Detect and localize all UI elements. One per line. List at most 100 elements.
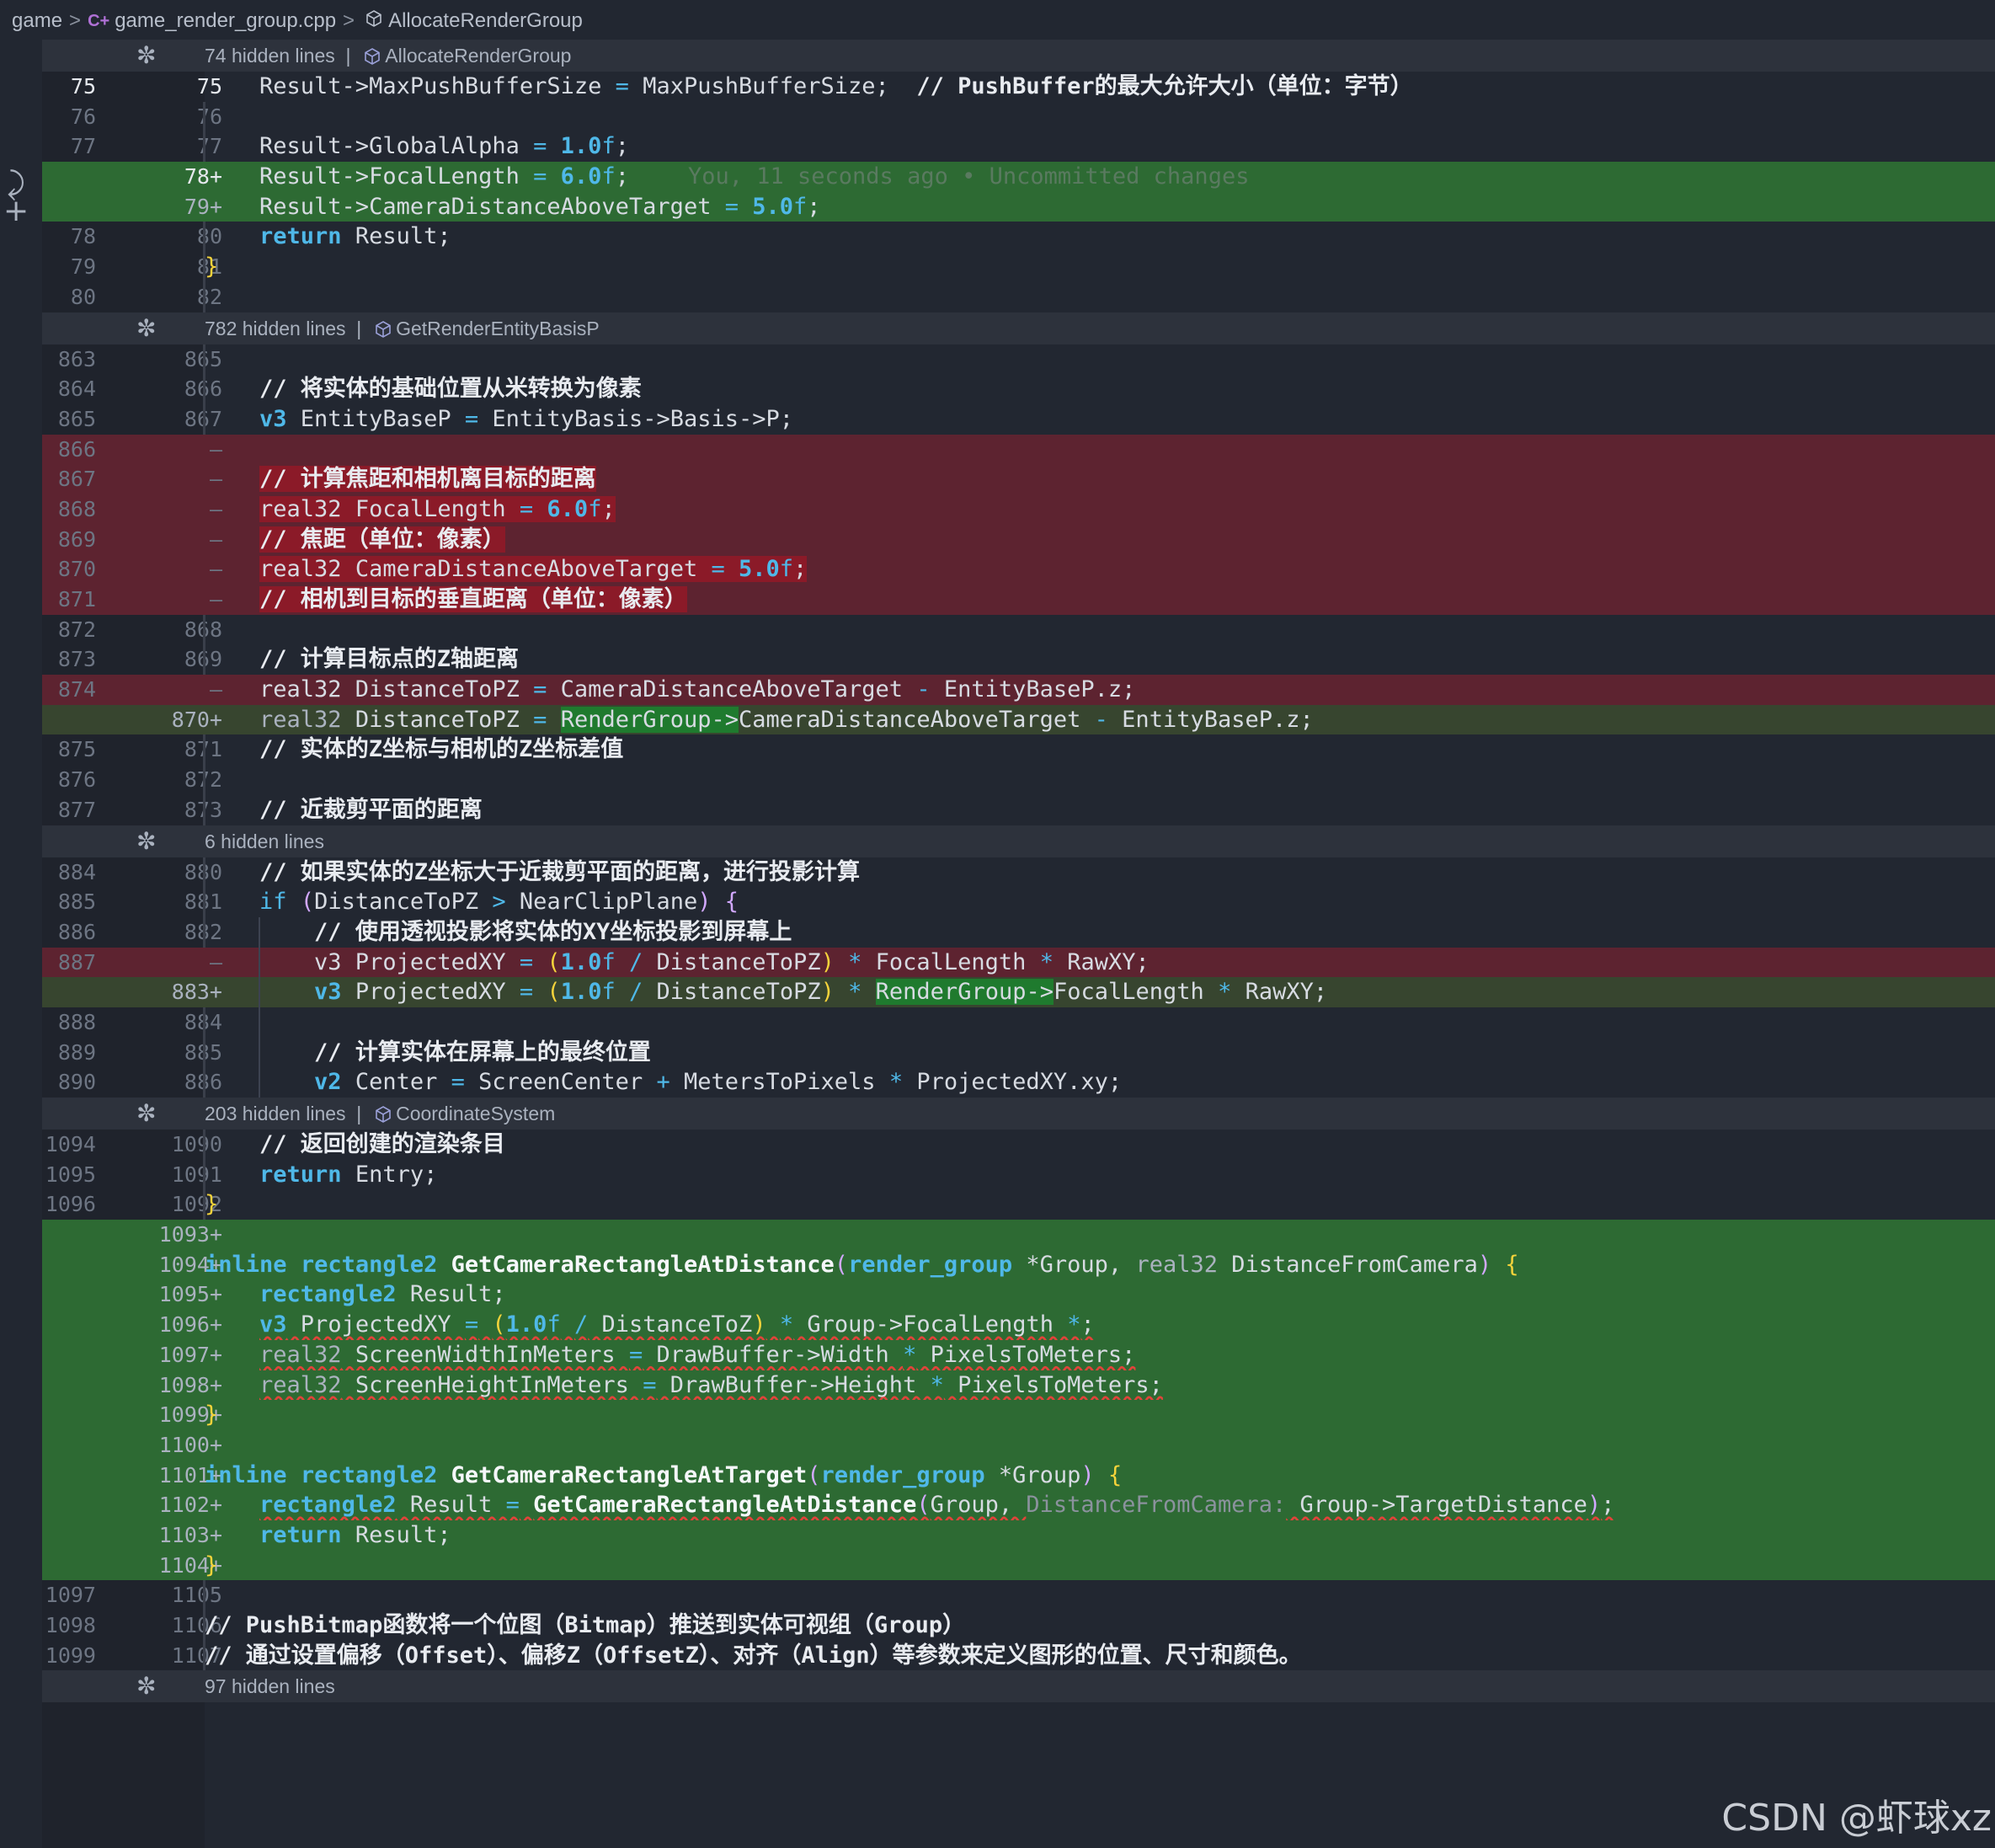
code-line[interactable]: 1095 1091 return Entry; — [42, 1159, 1995, 1190]
code-text[interactable]: real32 DistanceToPZ = CameraDistanceAbov… — [205, 675, 1135, 705]
hidden-lines-label[interactable]: 782 hidden lines | GetRenderEntityBasisP — [205, 312, 600, 344]
code-text[interactable]: v3 ProjectedXY = (1.0f / DistanceToZ) * … — [205, 1310, 1095, 1340]
code-text[interactable]: rectangle2 Result; — [205, 1279, 506, 1310]
code-line[interactable]: 1098 1106// PushBitmap函数将一个位图（Bitmap）推送到实… — [42, 1610, 1995, 1641]
code-text[interactable]: return Entry; — [205, 1160, 437, 1190]
hidden-lines-fold[interactable]: ✼ 782 hidden lines | GetRenderEntityBasis… — [42, 312, 1995, 344]
code-text[interactable]: real32 ScreenWidthInMeters = DrawBuffer-… — [205, 1340, 1135, 1370]
removed-line[interactable]: 869— // 焦距（单位：像素） — [42, 524, 1995, 555]
code-text[interactable]: } — [205, 1551, 218, 1581]
code-line[interactable]: 877873 // 近裁剪平面的距离 — [42, 794, 1995, 825]
added-line[interactable]: 1098+ real32 ScreenHeightInMeters = Draw… — [42, 1370, 1995, 1401]
code-text[interactable]: // 通过设置偏移（Offset）、偏移Z（OffsetZ）、对齐（Align）… — [205, 1641, 1302, 1671]
breadcrumb-file[interactable]: game_render_group.cpp — [115, 9, 336, 33]
code-text[interactable]: // 实体的Z坐标与相机的Z坐标差值 — [205, 734, 623, 765]
added-line[interactable]: 1100+ — [42, 1429, 1995, 1461]
code-text[interactable]: // 计算焦距和相机离目标的距离 — [205, 464, 596, 494]
code-line[interactable]: 75 75 Result->MaxPushBufferSize = MaxPush… — [42, 72, 1995, 102]
hidden-lines-fold[interactable]: ✼ 203 hidden lines | CoordinateSystem — [42, 1098, 1995, 1130]
code-line[interactable]: 875871 // 实体的Z坐标与相机的Z坐标差值 — [42, 734, 1995, 766]
breadcrumb-symbol[interactable]: AllocateRenderGroup — [388, 9, 583, 33]
unfold-icon[interactable]: ✼ — [136, 40, 156, 72]
code-text[interactable]: return Result; — [205, 1520, 451, 1551]
code-line[interactable]: 1094 1090 // 返回创建的渲染条目 — [42, 1130, 1995, 1160]
code-line[interactable]: 884880 // 如果实体的Z坐标大于近裁剪平面的距离，进行投影计算 — [42, 857, 1995, 888]
unfold-icon[interactable]: ✼ — [136, 1670, 156, 1702]
code-text[interactable]: // 计算目标点的Z轴距离 — [205, 644, 519, 675]
code-line[interactable]: 80 82 — [42, 281, 1995, 312]
hidden-lines-fold[interactable]: ✼ 6 hidden lines — [42, 825, 1995, 857]
added-line[interactable]: 870+ real32 DistanceToPZ = RenderGroup->… — [42, 704, 1995, 735]
added-line[interactable]: 1094+ inline rectangle2 GetCameraRectangl… — [42, 1249, 1995, 1280]
added-line[interactable]: 1102+ rectangle2 Result = GetCameraRecta… — [42, 1490, 1995, 1520]
code-text[interactable]: v2 Center = ScreenCenter + MetersToPixel… — [205, 1067, 1122, 1098]
removed-line[interactable]: 871— // 相机到目标的垂直距离（单位：像素） — [42, 585, 1995, 615]
code-line[interactable]: 889885 // 计算实体在屏幕上的最终位置 — [42, 1037, 1995, 1068]
code-text[interactable]: // 如果实体的Z坐标大于近裁剪平面的距离，进行投影计算 — [205, 857, 860, 888]
code-text[interactable]: inline rectangle2 GetCameraRectangleAtDi… — [205, 1250, 1519, 1280]
added-line[interactable]: 883+ v3 ProjectedXY = (1.0f / DistanceTo… — [42, 977, 1995, 1007]
code-text[interactable]: Result->FocalLength = 6.0f; You, 11 secon… — [205, 162, 1249, 192]
code-line[interactable]: 886882 // 使用透视投影将实体的XY坐标投影到屏幕上 — [42, 916, 1995, 948]
code-text[interactable]: real32 DistanceToPZ = RenderGroup->Camer… — [205, 705, 1314, 735]
code-line[interactable]: 888 884 — [42, 1007, 1995, 1038]
code-text[interactable]: } — [205, 1400, 218, 1430]
code-line[interactable]: 865867 v3 EntityBaseP = EntityBasis->Bas… — [42, 403, 1995, 435]
code-text[interactable]: Result->CameraDistanceAboveTarget = 5.0f… — [205, 192, 821, 222]
code-text[interactable]: // 将实体的基础位置从米转换为像素 — [205, 374, 642, 404]
added-line[interactable]: 1099+} — [42, 1400, 1995, 1430]
removed-line[interactable]: 866 — — [42, 434, 1995, 465]
added-line[interactable]: 1103+ return Result; — [42, 1520, 1995, 1551]
hidden-lines-fold[interactable]: ✼ 74 hidden lines | AllocateRenderGroup — [42, 40, 1995, 72]
hidden-lines-label[interactable]: 74 hidden lines | AllocateRenderGroup — [205, 40, 571, 72]
code-line[interactable]: 1096 1092} — [42, 1189, 1995, 1220]
code-text[interactable]: // 近裁剪平面的距离 — [205, 795, 483, 825]
code-line[interactable]: 873869 // 计算目标点的Z轴距离 — [42, 644, 1995, 676]
added-line[interactable]: 1093+ — [42, 1220, 1995, 1250]
code-text[interactable]: return Result; — [205, 222, 451, 252]
removed-line[interactable]: 874— real32 DistanceToPZ = CameraDistanc… — [42, 675, 1995, 705]
code-text[interactable]: real32 CameraDistanceAboveTarget = 5.0f; — [205, 554, 808, 585]
code-text[interactable]: v3 ProjectedXY = (1.0f / DistanceToPZ) *… — [205, 948, 1150, 978]
added-line[interactable]: 78+ Result->FocalLength = 6.0f; You, 11 s… — [42, 162, 1995, 192]
code-text[interactable]: } — [205, 1189, 218, 1220]
code-text[interactable]: // 返回创建的渲染条目 — [205, 1130, 505, 1160]
hidden-lines-fold[interactable]: ✼ 97 hidden lines — [42, 1670, 1995, 1703]
code-text[interactable]: rectangle2 Result = GetCameraRectangleAt… — [205, 1490, 1614, 1520]
code-line[interactable]: 863 865 — [42, 344, 1995, 375]
hidden-lines-label[interactable]: 203 hidden lines | CoordinateSystem — [205, 1098, 555, 1130]
unfold-icon[interactable]: ✼ — [136, 312, 156, 344]
removed-line[interactable]: 867— // 计算焦距和相机离目标的距离 — [42, 464, 1995, 494]
code-text[interactable]: // 相机到目标的垂直距离（单位：像素） — [205, 585, 687, 615]
code-line[interactable]: 1099 1107// 通过设置偏移（Offset）、偏移Z（OffsetZ）、对… — [42, 1640, 1995, 1671]
code-text[interactable]: Result->MaxPushBufferSize = MaxPushBuffe… — [205, 72, 1413, 102]
added-line[interactable]: 1096+ v3 ProjectedXY = (1.0f / DistanceT… — [42, 1310, 1995, 1340]
added-line[interactable]: 1101+ inline rectangle2 GetCameraRectangl… — [42, 1460, 1995, 1491]
code-line[interactable]: 78 80 return Result; — [42, 222, 1995, 253]
code-text[interactable]: } — [205, 252, 218, 282]
stage-change-icon[interactable]: + — [3, 194, 29, 228]
breadcrumb-folder[interactable]: game — [12, 9, 62, 33]
removed-line[interactable]: 870— real32 CameraDistanceAboveTarget = … — [42, 554, 1995, 585]
removed-line[interactable]: 887— v3 ProjectedXY = (1.0f / DistanceTo… — [42, 947, 1995, 978]
code-line[interactable]: 876 872 — [42, 765, 1995, 795]
code-text[interactable]: inline rectangle2 GetCameraRectangleAtTa… — [205, 1461, 1122, 1491]
added-line[interactable]: 1104+} — [42, 1550, 1995, 1581]
added-line[interactable]: 1095+ rectangle2 Result; — [42, 1279, 1995, 1311]
diff-editor[interactable]: ✼ 74 hidden lines | AllocateRenderGroup 75… — [42, 40, 1995, 1703]
hidden-lines-label[interactable]: 97 hidden lines — [205, 1670, 335, 1702]
code-line[interactable]: 885881 if (DistanceToPZ > NearClipPlane)… — [42, 887, 1995, 917]
code-text[interactable]: // 使用透视投影将实体的XY坐标投影到屏幕上 — [205, 917, 792, 948]
code-text[interactable]: real32 ScreenHeightInMeters = DrawBuffer… — [205, 1370, 1163, 1401]
code-text[interactable]: if (DistanceToPZ > NearClipPlane) { — [205, 887, 739, 917]
code-line[interactable]: 864866 // 将实体的基础位置从米转换为像素 — [42, 374, 1995, 404]
added-line[interactable]: 1097+ real32 ScreenWidthInMeters = DrawB… — [42, 1339, 1995, 1370]
code-line[interactable]: 1097 1105 — [42, 1580, 1995, 1610]
code-line[interactable]: 79 81} — [42, 252, 1995, 282]
unfold-icon[interactable]: ✼ — [136, 1098, 156, 1130]
code-text[interactable]: // PushBitmap函数将一个位图（Bitmap）推送到实体可视组（Gro… — [205, 1610, 965, 1641]
code-line[interactable]: 76 76 — [42, 101, 1995, 132]
code-line[interactable]: 890886 v2 Center = ScreenCenter + Meters… — [42, 1067, 1995, 1098]
code-text[interactable]: v3 ProjectedXY = (1.0f / DistanceToPZ) *… — [205, 977, 1327, 1007]
removed-line[interactable]: 868— real32 FocalLength = 6.0f; — [42, 494, 1995, 525]
